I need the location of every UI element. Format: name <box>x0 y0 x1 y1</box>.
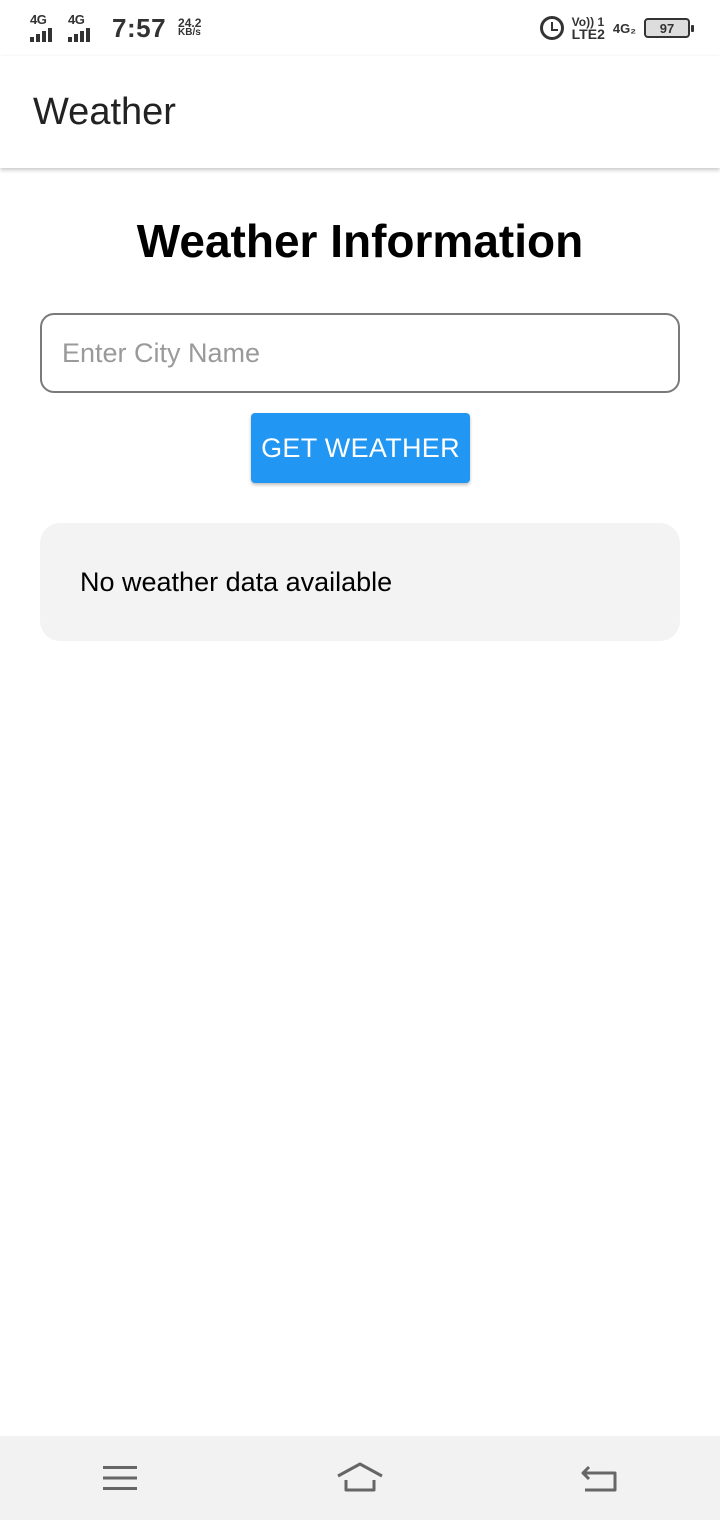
status-left: 4G 4G 7:57 24.2 KB/s <box>30 12 201 44</box>
home-icon[interactable] <box>320 1448 400 1508</box>
navigation-bar <box>0 1436 720 1520</box>
page-heading: Weather Information <box>136 215 584 267</box>
alarm-icon <box>539 16 564 40</box>
sim2-network-label: 4G <box>68 12 85 27</box>
back-icon[interactable] <box>560 1448 640 1508</box>
signal-icon: 4G <box>68 12 98 44</box>
app-title: Weather <box>33 90 176 133</box>
get-weather-button[interactable]: GET WEATHER <box>251 413 470 483</box>
city-name-input[interactable] <box>40 313 680 393</box>
volte-indicator: Vo)) 1 LTE2 <box>571 16 605 42</box>
screen: 4G 4G 7:57 24.2 KB/s Vo)) 1 LTE2 4G₂ 97 <box>0 0 720 1520</box>
network-speed-unit: KB/s <box>178 27 201 38</box>
network-speed: 24.2 KB/s <box>178 17 201 38</box>
status-right: Vo)) 1 LTE2 4G₂ 97 <box>539 16 694 42</box>
status-bar: 4G 4G 7:57 24.2 KB/s Vo)) 1 LTE2 4G₂ 97 <box>0 0 720 56</box>
network-right-label: 4G₂ <box>612 20 636 36</box>
menu-icon[interactable] <box>80 1448 160 1508</box>
sim1-network-label: 4G <box>30 12 47 27</box>
app-bar: Weather <box>0 56 720 168</box>
weather-result-card: No weather data available <box>40 523 680 641</box>
volte-bottom-label: LTE2 <box>571 26 605 42</box>
status-time: 7:57 <box>112 12 167 43</box>
signal-icon: 4G <box>30 12 60 44</box>
battery-level: 97 <box>659 20 675 36</box>
battery-icon: 97 <box>644 18 694 38</box>
weather-result-message: No weather data available <box>80 566 393 597</box>
